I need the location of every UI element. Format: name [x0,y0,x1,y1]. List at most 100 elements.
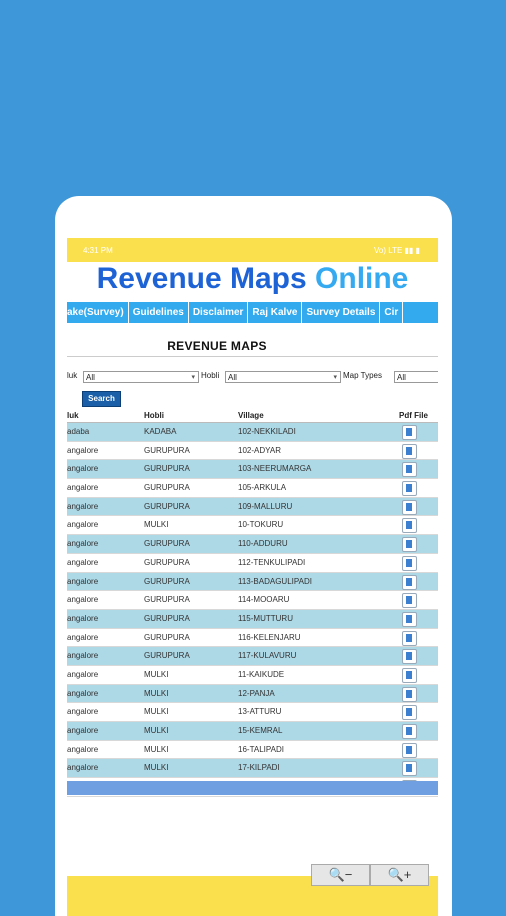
table-row: angalore MULKI 11-KAIKUDE [67,666,438,685]
phone-screen: 4:31 PM Vo) LTE ▮▮ ▮ Revenue Maps Online… [55,196,452,916]
hobli-cell: GURUPURA [144,557,190,567]
nav-item[interactable]: Cir [380,302,404,323]
hobli-select[interactable]: All ▾ [225,371,341,383]
header-pdf-file: Pdf File [399,411,428,420]
app-title: Revenue Maps Online [67,262,438,300]
village-cell: 11-KAIKUDE [238,669,285,679]
table-row: adaba KADABA 102-NEKKILADI [67,423,438,442]
table-row: angalore GURUPURA 112-TENKULIPADI [67,554,438,573]
pdf-download-icon[interactable] [402,481,417,497]
taluk-label: luk [67,371,78,380]
village-cell: 15-KEMRAL [238,726,283,735]
village-cell: 115-MUTTURU [238,613,293,623]
nav-item[interactable]: Disclaimer [189,302,249,323]
zoom-in-button[interactable]: 🔍+ [370,864,429,886]
divider [67,356,438,357]
pdf-download-icon[interactable] [402,742,417,758]
village-cell: 10-TOKURU [238,520,284,530]
pdf-download-icon[interactable] [402,518,417,534]
nav-item[interactable]: Survey Details [302,302,381,323]
table-row: angalore GURUPURA 114-MOOARU [67,591,438,610]
taluk-cell: angalore [67,464,99,474]
map-types-label: Map Types [343,371,382,380]
pdf-download-icon[interactable] [402,686,417,702]
status-time: 4:31 PM [83,246,113,255]
table-row: angalore MULKI 15-KEMRAL [67,722,438,741]
nav-item[interactable]: ake(Survey) [67,302,129,323]
pdf-download-icon[interactable] [402,555,417,571]
village-cell: 102-ADYAR [238,445,281,455]
nav-item[interactable]: Guidelines [129,302,189,323]
village-cell: 13-ATTURU [238,707,282,717]
search-button[interactable]: Search [82,391,121,407]
hobli-cell: GURUPURA [144,445,190,455]
hobli-cell: GURUPURA [144,576,190,586]
hobli-label: Hobli [201,371,220,380]
pdf-download-icon[interactable] [402,649,417,665]
pdf-download-icon[interactable] [402,611,417,627]
taluk-cell: adaba [67,427,90,436]
table-row: angalore MULKI 12-PANJA [67,684,438,704]
table-row: angalore GURUPURA 103-NEERUMARGA [67,460,438,480]
hobli-select-value: All [228,373,237,382]
pdf-download-icon[interactable] [402,630,417,646]
taluk-cell: angalore [67,576,99,586]
hobli-cell: MULKI [144,669,169,679]
hobli-cell: GURUPURA [144,483,190,493]
hobli-cell: GURUPURA [144,595,190,605]
taluk-cell: angalore [67,632,99,642]
title-revenue-maps: Revenue Maps [96,262,307,295]
status-bar: 4:31 PM Vo) LTE ▮▮ ▮ [67,238,438,262]
map-types-select[interactable]: All [394,371,438,383]
taluk-select-value: All [86,373,95,382]
hobli-cell: MULKI [144,520,169,530]
pdf-download-icon[interactable] [402,443,417,459]
hobli-cell: GURUPURA [144,501,190,511]
taluk-cell: angalore [67,763,99,773]
taluk-cell: angalore [67,483,99,493]
village-cell: 112-TENKULIPADI [238,557,306,567]
pdf-download-icon[interactable] [402,537,417,553]
status-icons: Vo) LTE ▮▮ ▮ [374,246,420,255]
village-cell: 103-NEERUMARGA [238,464,312,474]
hobli-cell: KADABA [144,427,177,436]
nav-item[interactable]: Raj Kalve [248,302,303,323]
taluk-cell: angalore [67,669,99,679]
pdf-download-icon[interactable] [402,462,417,478]
chevron-down-icon: ▾ [191,374,195,381]
village-cell: 109-MALLURU [238,501,293,511]
taluk-select[interactable]: All ▾ [83,371,199,383]
pdf-download-icon[interactable] [402,574,417,590]
pdf-download-icon[interactable] [402,761,417,777]
village-cell: 17-KILPADI [238,763,280,773]
pdf-download-icon[interactable] [402,705,417,721]
village-cell: 113-BADAGULIPADI [238,576,312,586]
table-header: luk Hobli Village Pdf File [67,410,438,423]
taluk-cell: angalore [67,744,99,754]
taluk-cell: angalore [67,539,99,549]
header-taluk: luk [67,411,79,420]
table-row: angalore MULKI 10-TOKURU [67,516,438,536]
hobli-cell: MULKI [144,707,169,717]
table-row: angalore MULKI 13-ATTURU [67,703,438,722]
pdf-download-icon[interactable] [402,593,417,609]
taluk-cell: angalore [67,707,99,717]
pdf-download-icon[interactable] [402,667,417,683]
taluk-cell: angalore [67,520,99,530]
taluk-cell: angalore [67,651,99,661]
pdf-download-icon[interactable] [402,499,417,515]
village-cell: 110-ADDURU [238,539,288,549]
village-cell: 117-KULAVURU [238,651,297,661]
zoom-out-button[interactable]: 🔍− [311,864,370,886]
filter-bar: luk All ▾ Hobli All ▾ Map Types All [67,371,438,385]
hobli-cell: GURUPURA [144,632,190,642]
pdf-download-icon[interactable] [402,425,417,440]
hobli-cell: GURUPURA [144,651,190,661]
hobli-cell: GURUPURA [144,539,190,549]
table-footer-bar [67,781,438,795]
chevron-down-icon: ▾ [333,374,337,381]
table-row: angalore GURUPURA 109-MALLURU [67,497,438,517]
pdf-download-icon[interactable] [402,724,417,739]
hobli-cell: GURUPURA [144,613,190,623]
maps-table: luk Hobli Village Pdf File adaba KADABA 10… [67,410,438,797]
